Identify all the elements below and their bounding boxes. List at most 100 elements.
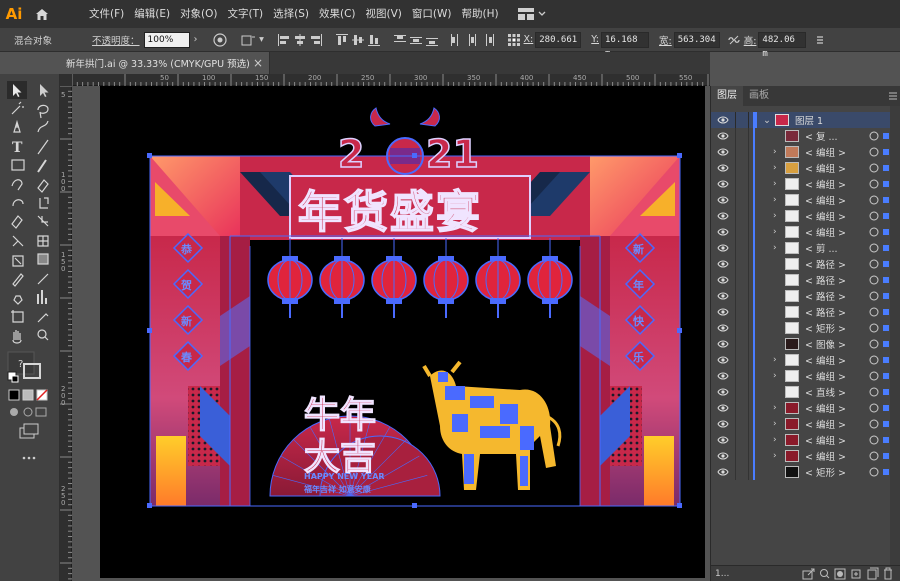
chevron-right-icon[interactable]: › — [773, 147, 785, 157]
blend-tool-icon[interactable] — [33, 271, 53, 289]
shape-builder-tool-icon[interactable] — [7, 233, 27, 251]
free-transform-tool-icon[interactable] — [33, 214, 53, 232]
layer-row[interactable]: › < 编组 > — [711, 352, 891, 368]
item-name[interactable]: < 编组 > — [805, 401, 867, 415]
target-circle-icon[interactable] — [867, 403, 881, 413]
canvas-area[interactable]: 2 21 年货盛宴 恭 贺 新 春 新 年 快 乐 牛年 大吉 HAPPY NE… — [72, 86, 710, 581]
align-bottom-icon[interactable] — [366, 32, 382, 48]
menu-window[interactable]: 窗口(W) — [407, 0, 457, 28]
distribute-right-icon[interactable] — [480, 32, 496, 48]
new-sublayer-icon[interactable] — [849, 567, 865, 581]
target-circle-icon[interactable] — [867, 339, 881, 349]
menu-select[interactable]: 选择(S) — [268, 0, 314, 28]
type-tool-icon[interactable] — [7, 138, 27, 156]
tab-artboards[interactable]: 画板 — [743, 86, 775, 106]
curvature-tool-icon[interactable] — [33, 120, 53, 138]
eye-icon[interactable] — [711, 116, 735, 124]
chevron-right-icon[interactable]: › — [773, 227, 785, 237]
y-field[interactable]: 16.168 m — [601, 31, 649, 59]
eye-icon[interactable] — [711, 468, 735, 476]
eye-icon[interactable] — [711, 244, 735, 252]
target-circle-icon[interactable] — [867, 323, 881, 333]
eye-icon[interactable] — [711, 260, 735, 268]
target-circle-icon[interactable] — [867, 419, 881, 429]
align-vcenter-icon[interactable] — [350, 32, 366, 48]
graph-tool-icon[interactable] — [33, 290, 53, 308]
chevron-right-icon[interactable]: › — [773, 355, 785, 365]
chevron-right-icon[interactable]: › — [773, 195, 785, 205]
layer-row[interactable]: < 矩形 > — [711, 320, 891, 336]
eye-icon[interactable] — [711, 292, 735, 300]
document-tab[interactable]: 新年拱门.ai @ 33.33% (CMYK/GPU 预选) × — [60, 52, 270, 74]
home-icon[interactable] — [28, 0, 56, 28]
chevron-right-icon[interactable]: › — [773, 211, 785, 221]
layer-row[interactable]: › < 剪 ... — [711, 240, 891, 256]
magic-wand-tool-icon[interactable] — [7, 101, 27, 119]
paintbrush-tool-icon[interactable] — [33, 157, 53, 175]
eyedropper-tool-icon[interactable] — [7, 271, 27, 289]
draw-mode-buttons[interactable] — [8, 406, 48, 420]
width-field[interactable]: 563.304 — [673, 31, 720, 48]
eye-icon[interactable] — [711, 148, 735, 156]
item-name[interactable]: < 矩形 > — [805, 465, 867, 479]
eye-icon[interactable] — [711, 436, 735, 444]
layer-row[interactable]: › < 编组 > — [711, 144, 891, 160]
chevron-right-icon[interactable]: › — [773, 179, 785, 189]
item-name[interactable]: < 编组 > — [805, 225, 867, 239]
layer-row[interactable]: < 路径 > — [711, 256, 891, 272]
item-name[interactable]: < 矩形 > — [805, 321, 867, 335]
target-circle-icon[interactable] — [867, 147, 881, 157]
target-circle-icon[interactable] — [867, 291, 881, 301]
opacity-chevron-icon[interactable]: › — [190, 32, 202, 48]
lasso-tool-icon[interactable] — [33, 101, 53, 119]
menu-help[interactable]: 帮助(H) — [457, 0, 504, 28]
rectangle-tool-icon[interactable] — [7, 157, 27, 175]
eye-icon[interactable] — [711, 388, 735, 396]
line-tool-icon[interactable] — [33, 138, 53, 156]
target-circle-icon[interactable] — [867, 179, 881, 189]
menu-effect[interactable]: 效果(C) — [314, 0, 361, 28]
eye-icon[interactable] — [711, 196, 735, 204]
distribute-vcenter-icon[interactable] — [408, 32, 424, 48]
target-circle-icon[interactable] — [867, 195, 881, 205]
align-top-icon[interactable] — [334, 32, 350, 48]
layer-row[interactable]: › < 编组 > — [711, 192, 891, 208]
item-name[interactable]: < 编组 > — [805, 417, 867, 431]
layer-row[interactable]: › < 编组 > — [711, 416, 891, 432]
artwork-archway[interactable] — [100, 86, 705, 578]
eye-icon[interactable] — [711, 180, 735, 188]
item-name[interactable]: < 直线 > — [805, 385, 867, 399]
layer-row[interactable]: › < 编组 > — [711, 368, 891, 384]
item-name[interactable]: < 编组 > — [805, 433, 867, 447]
layer-name[interactable]: 图层 1 — [795, 113, 823, 127]
transform-icon[interactable] — [240, 32, 256, 48]
target-circle-icon[interactable] — [867, 451, 881, 461]
chevron-right-icon[interactable]: › — [773, 371, 785, 381]
rotate-tool-icon[interactable] — [7, 195, 27, 213]
item-name[interactable]: < 图像 > — [805, 337, 867, 351]
target-circle-icon[interactable] — [867, 371, 881, 381]
item-name[interactable]: < 复 ... — [805, 129, 867, 143]
eye-icon[interactable] — [711, 452, 735, 460]
link-icon[interactable] — [726, 32, 742, 48]
distribute-left-icon[interactable] — [448, 32, 464, 48]
layer-row[interactable]: › < 编组 > — [711, 224, 891, 240]
slice-tool-icon[interactable] — [33, 309, 53, 327]
eye-icon[interactable] — [711, 340, 735, 348]
item-name[interactable]: < 编组 > — [805, 369, 867, 383]
layer-row[interactable]: › < 编组 > — [711, 176, 891, 192]
menu-edit[interactable]: 编辑(E) — [129, 0, 175, 28]
color-mode-buttons[interactable] — [8, 387, 48, 403]
layer-row[interactable]: < 路径 > — [711, 304, 891, 320]
panel-scrollbar[interactable] — [890, 106, 900, 565]
layer-row[interactable]: < 图像 > — [711, 336, 891, 352]
item-name[interactable]: < 编组 > — [805, 177, 867, 191]
target-circle-icon[interactable] — [867, 355, 881, 365]
symbol-sprayer-tool-icon[interactable] — [7, 290, 27, 308]
target-circle-icon[interactable] — [867, 467, 881, 477]
eye-icon[interactable] — [711, 228, 735, 236]
reference-point-icon[interactable] — [506, 32, 522, 48]
eye-icon[interactable] — [711, 324, 735, 332]
x-field[interactable]: 280.661 — [535, 31, 582, 48]
more-options-icon[interactable] — [812, 32, 828, 48]
